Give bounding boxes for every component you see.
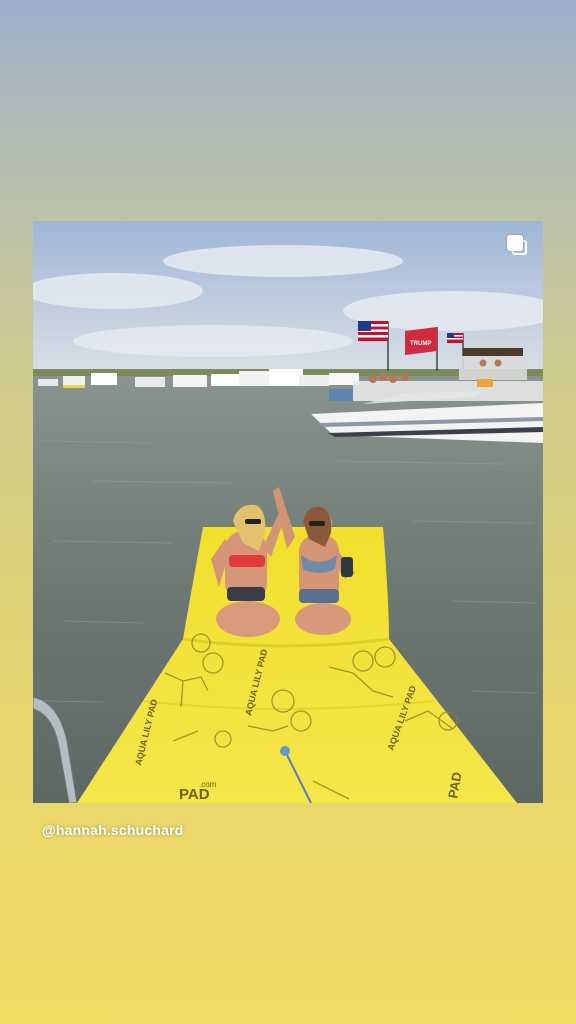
mention-sticker[interactable]: @hannah.schuchard	[42, 822, 184, 838]
post-image[interactable]: TRUMP AQUA LILY PAD AQUA LILY PAD AQUA L…	[33, 221, 543, 803]
pad-site-text: .com	[199, 780, 217, 789]
multiple-images-icon	[507, 235, 529, 257]
photo-scene: TRUMP AQUA LILY PAD AQUA LILY PAD AQUA L…	[33, 221, 543, 803]
story-screen: TRUMP AQUA LILY PAD AQUA LILY PAD AQUA L…	[0, 0, 576, 1024]
trump-flag-text: TRUMP	[410, 341, 431, 347]
